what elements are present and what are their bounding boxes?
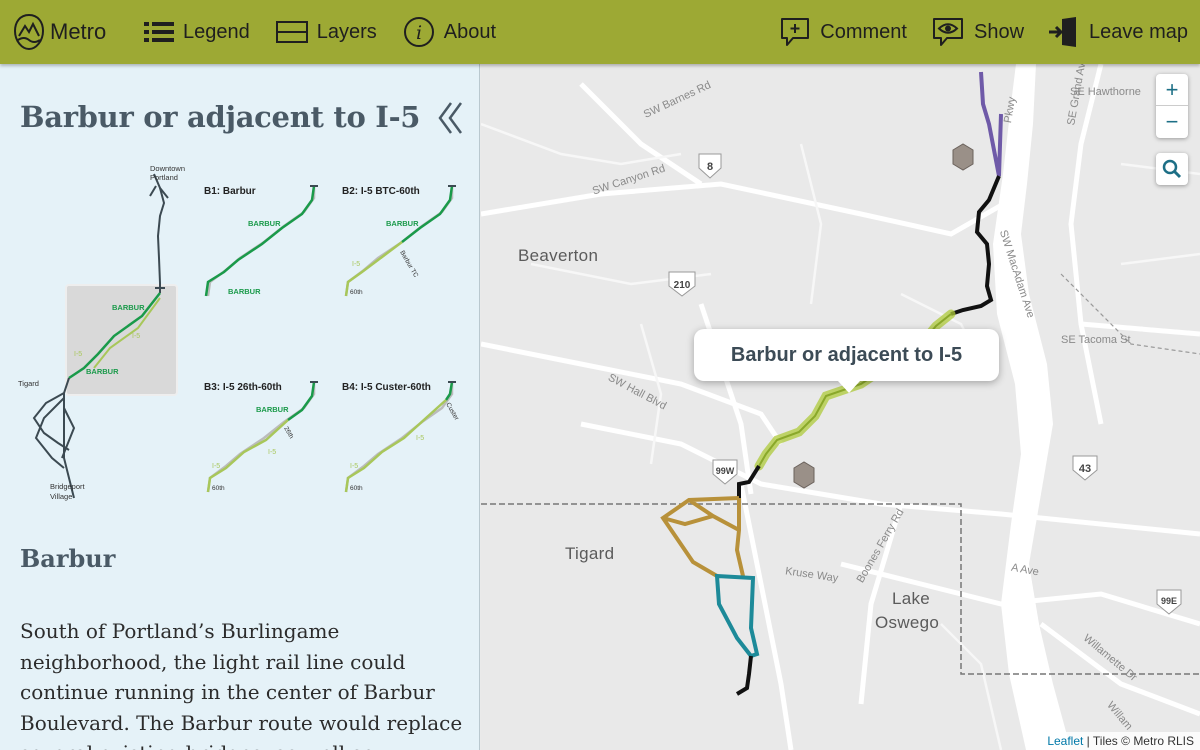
route-popup-text: Barbur or adjacent to I-5	[730, 343, 963, 366]
panel-b2-label-1: BARBUR	[386, 219, 419, 228]
top-bar: Metro Legend Layers i About Comment Show…	[0, 0, 1200, 64]
shield-99w: 99W	[712, 459, 738, 485]
about-label: About	[443, 20, 497, 43]
comment-icon	[781, 18, 810, 46]
diagram-panel-b4: B4: I-5 Custer-60th Custer I-5 I-5 60th	[342, 381, 460, 493]
show-label: Show	[974, 20, 1025, 43]
topbar-actions: Comment Show Leave map	[755, 16, 1188, 48]
diagram-panel-b3: B3: I-5 26th-60th BARBUR 26th I-5 I-5 60…	[204, 381, 318, 493]
route-gold[interactable]	[660, 496, 745, 578]
city-label-lake: Lake	[892, 589, 931, 608]
panel-b2-label-4: 60th	[350, 289, 363, 296]
about-button[interactable]: i About	[403, 16, 496, 48]
zoom-control: + −	[1156, 74, 1188, 138]
diagram-tigard-label: Tigard	[18, 379, 39, 388]
map-search-button[interactable]	[1156, 153, 1188, 185]
layers-button[interactable]: Layers	[275, 20, 377, 44]
route-popup[interactable]: Barbur or adjacent to I-5	[694, 329, 999, 393]
info-icon: i	[403, 17, 434, 47]
panel-b4-label-1: Custer	[444, 402, 460, 423]
panel-b3-label-4: I-5	[212, 463, 220, 470]
legend-label: Legend	[183, 20, 250, 43]
shield-99w-label: 99W	[716, 466, 735, 476]
panel-b3-label-2: 26th	[282, 426, 295, 441]
legend-button[interactable]: Legend	[144, 20, 250, 44]
shield-99e-label: 99E	[1161, 596, 1177, 606]
leave-map-button[interactable]: Leave map	[1048, 16, 1188, 48]
shield-8-label: 8	[707, 161, 713, 173]
map-attribution: Leaflet | Tiles © Metro RLIS	[1041, 732, 1200, 750]
route-purple[interactable]	[979, 71, 1003, 177]
show-button[interactable]: Show	[931, 16, 1024, 48]
shield-43-label: 43	[1079, 463, 1091, 475]
city-label-oswego: Oswego	[875, 613, 940, 632]
shield-210: 210	[668, 271, 696, 297]
route-black-south[interactable]	[735, 655, 753, 696]
diagram-i5-label: I-5	[132, 333, 140, 340]
street-label-tacoma: SE Tacoma St	[1061, 334, 1131, 346]
diagram-downtown-label: Downtown	[150, 164, 185, 173]
panel-b2-label-3: Barbur TC	[398, 250, 419, 280]
panel-b3-title: B3: I-5 26th-60th	[204, 382, 282, 393]
shield-210-label: 210	[674, 280, 691, 291]
zoom-in-button[interactable]: +	[1156, 74, 1188, 106]
panel-b3-label-3: I-5	[268, 449, 276, 456]
diagram-bridgeport-label: Bridgeport	[50, 482, 86, 491]
section-body: South of Portland’s Burlingame neighborh…	[20, 619, 463, 750]
panel-b4-label-3: I-5	[350, 463, 358, 470]
popup-tip	[838, 381, 860, 393]
layers-label: Layers	[316, 20, 377, 43]
collapse-sidebar-icon[interactable]	[434, 98, 468, 138]
diagram-barbur-label-2: BARBUR	[86, 367, 119, 376]
panel-b1-label-2: BARBUR	[228, 287, 261, 296]
route-options-diagram: Downtown Portland Tigard Bridgeport Vill…	[18, 164, 460, 501]
panel-b2-label-2: I-5	[352, 261, 360, 268]
diagram-panel-b2: B2: I-5 BTC-60th BARBUR I-5 Barbur TC 60…	[342, 185, 456, 297]
sidebar-panel: Barbur or adjacent to I-5 Downtown Portl…	[0, 64, 480, 750]
overview-map: Downtown Portland Tigard Bridgeport Vill…	[18, 164, 185, 501]
panel-b4-label-4: 60th	[350, 485, 363, 492]
city-label-beaverton: Beaverton	[518, 246, 599, 265]
landmark-marker[interactable]	[793, 461, 815, 489]
diagram-i5-label-2: I-5	[74, 351, 82, 358]
comment-label: Comment	[820, 20, 907, 43]
sidebar-title: Barbur or adjacent to I-5	[20, 100, 421, 134]
route-teal[interactable]	[714, 573, 760, 659]
layers-icon	[275, 21, 308, 43]
shield-43: 43	[1072, 455, 1098, 481]
panel-b4-label-2: I-5	[416, 435, 424, 442]
panel-b4-title: B4: I-5 Custer-60th	[342, 382, 431, 393]
comment-button[interactable]: Comment	[779, 16, 907, 48]
eye-icon	[933, 18, 963, 46]
panel-b3-label-5: 60th	[212, 485, 225, 492]
diagram-barbur-label: BARBUR	[112, 303, 145, 312]
exit-icon	[1049, 17, 1077, 47]
shield-8: 8	[698, 153, 722, 179]
list-icon	[144, 22, 174, 42]
diagram-panel-b1: B1: Barbur BARBUR BARBUR	[204, 185, 318, 297]
svg-text:i: i	[416, 22, 422, 44]
leave-map-label: Leave map	[1089, 20, 1188, 43]
panel-b3-label-1: BARBUR	[256, 405, 289, 414]
diagram-village-label: Village	[50, 492, 72, 501]
section-heading: Barbur	[20, 544, 116, 573]
search-icon	[1162, 159, 1182, 179]
attribution-text: | Tiles © Metro RLIS	[1083, 734, 1194, 748]
city-label-tigard: Tigard	[565, 544, 615, 563]
panel-b2-title: B2: I-5 BTC-60th	[342, 186, 420, 197]
metro-logo-icon	[14, 14, 44, 50]
panel-b1-label-1: BARBUR	[248, 219, 281, 228]
roads-minor	[481, 122, 1200, 750]
landmark-marker[interactable]	[952, 143, 974, 171]
map-view[interactable]: 8 210 99W 43 99E Beaverton Tigard Lake O…	[481, 64, 1200, 750]
route-black-north[interactable]	[950, 175, 1001, 316]
zoom-out-button[interactable]: −	[1156, 106, 1188, 138]
brand-name: Metro	[50, 19, 107, 44]
panel-b1-title: B1: Barbur	[204, 186, 256, 197]
brand[interactable]: Metro	[14, 14, 144, 50]
leaflet-link[interactable]: Leaflet	[1047, 734, 1083, 748]
diagram-portland-label: Portland	[150, 173, 178, 182]
river-water	[993, 64, 1071, 750]
